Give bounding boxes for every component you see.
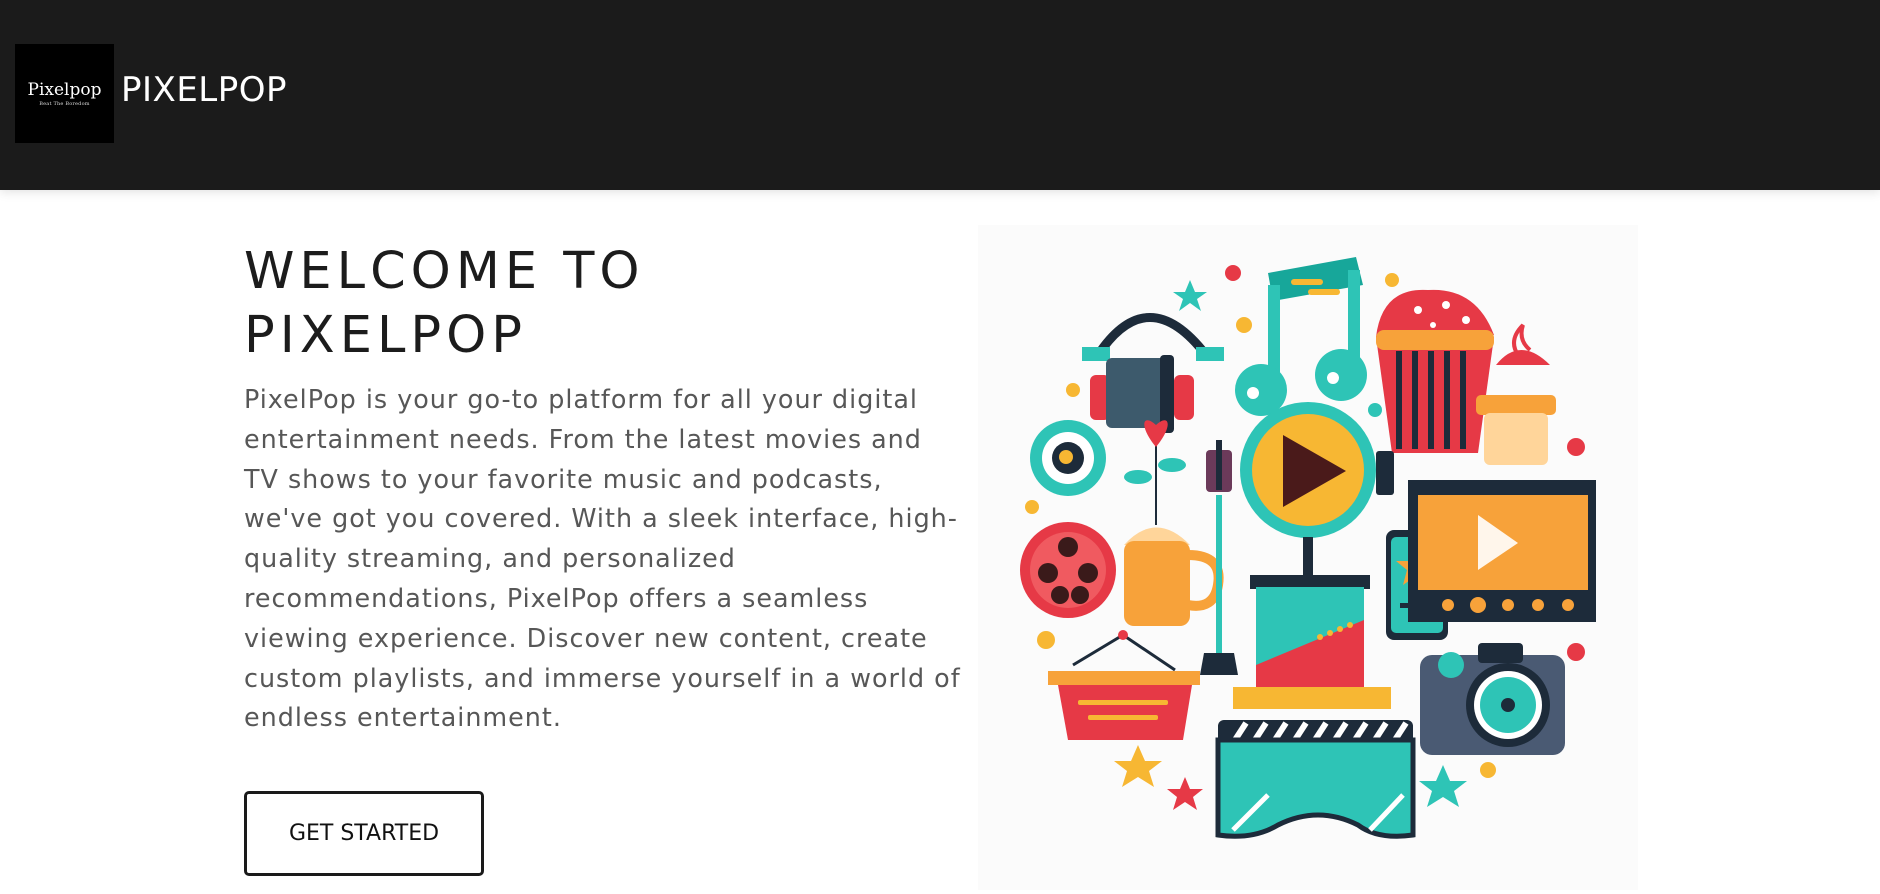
gear-icon <box>1030 420 1106 496</box>
music-note-icon <box>1235 257 1367 416</box>
pedestal-icon <box>1233 575 1391 709</box>
logo-tagline: Beat The Boredom <box>39 100 90 107</box>
logo[interactable]: Pixelpop Beat The Boredom <box>15 44 114 143</box>
brand-title[interactable]: PIXELPOP <box>121 70 287 110</box>
hero-illustration <box>978 225 1638 890</box>
hero-title: WELCOME TO PIXELPOP <box>244 242 645 365</box>
star-icon <box>1173 280 1207 311</box>
hero-description: PixelPop is your go-to platform for all … <box>244 384 961 733</box>
headphones-icon <box>1082 313 1224 433</box>
get-started-button[interactable]: GET STARTED <box>244 791 484 876</box>
popcorn-icon <box>1376 289 1494 453</box>
video-player-icon <box>1408 480 1596 622</box>
star-icon <box>1114 745 1162 787</box>
play-button-icon <box>1240 402 1394 587</box>
top-navbar: Pixelpop Beat The Boredom PIXELPOP <box>0 0 1880 190</box>
vr-glasses-icon <box>1215 720 1416 839</box>
camera-icon <box>1420 643 1565 755</box>
film-reel-icon <box>1020 522 1116 618</box>
star-icon <box>1167 777 1203 810</box>
star-icon <box>1419 765 1467 807</box>
flower-icon <box>1124 420 1186 525</box>
mug-icon <box>1124 527 1224 626</box>
logo-name: Pixelpop <box>27 79 102 100</box>
basket-icon <box>1048 630 1200 740</box>
